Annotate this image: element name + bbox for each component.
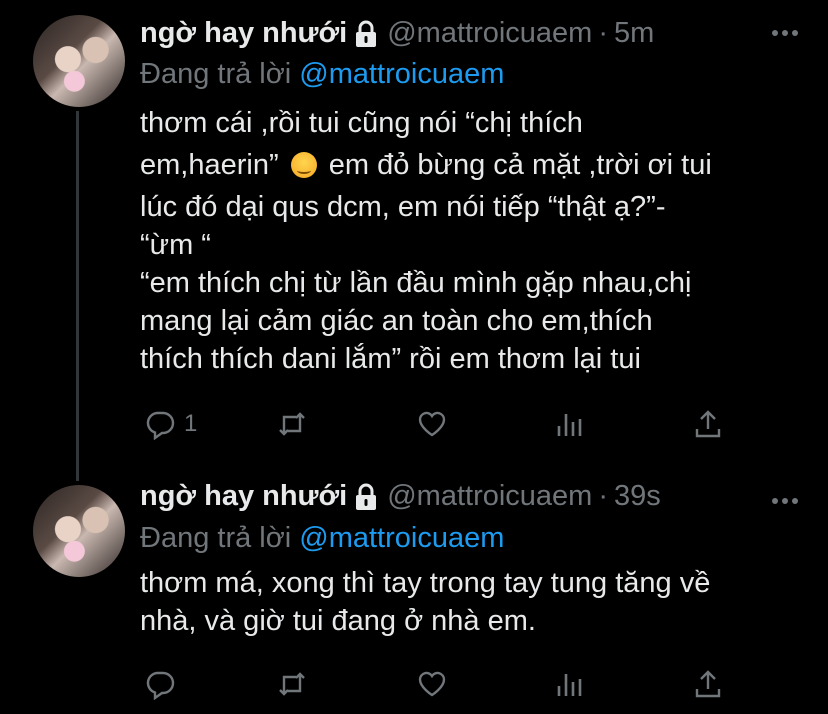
heart-icon — [418, 671, 446, 697]
tweet-line: em,haerin” em đỏ bừng cả mặt ,trời ơi tu… — [140, 146, 800, 184]
display-name[interactable]: ngờ hay nhưới — [140, 17, 347, 50]
tweet-line: nhà, và giờ tui đang ở nhà em. — [140, 605, 536, 637]
retweet-icon — [279, 412, 305, 436]
reply-count: 1 — [184, 410, 198, 437]
like-button[interactable] — [416, 404, 448, 444]
timestamp[interactable]: 39s — [614, 480, 661, 513]
replying-handle-link[interactable]: @mattroicuaem — [299, 58, 504, 90]
tweet-line: mang lại cảm giác an toàn cho em,thích — [140, 305, 653, 337]
tweet[interactable]: ngờ hay nhưới @mattroicuaem · 39s Đang t… — [0, 468, 828, 714]
display-name[interactable]: ngờ hay nhưới — [140, 480, 347, 513]
smirking-face-emoji — [290, 152, 317, 178]
avatar[interactable] — [33, 15, 125, 107]
lock-icon — [356, 20, 377, 47]
handle[interactable]: @mattroicuaem — [387, 480, 592, 513]
separator-dot: · — [598, 480, 609, 512]
lock-icon — [356, 483, 377, 510]
analytics-icon — [557, 414, 582, 436]
tweet-line: thơm cái ,rồi tui cũng nói “chị thích — [140, 107, 583, 139]
tweet-line: “em thích chị từ lần đầu mình gặp nhau,c… — [140, 267, 692, 299]
timestamp[interactable]: 5m — [614, 17, 654, 50]
share-icon — [695, 670, 721, 698]
analytics-icon — [557, 674, 582, 696]
thread-connector-line — [76, 111, 79, 481]
share-icon — [695, 410, 721, 438]
tweet-line: thích thích dani lắm” rồi em thơm lại tu… — [140, 343, 641, 375]
tweet-line: lúc đó dại qus dcm, em nói tiếp “thật ạ?… — [140, 191, 666, 223]
replying-label: Đang trả lời — [140, 522, 292, 554]
heart-icon — [418, 411, 446, 437]
tweet-actions: 1 — [140, 404, 730, 444]
reply-button[interactable] — [144, 664, 184, 704]
share-button[interactable] — [692, 664, 724, 704]
replying-label: Đang trả lời — [140, 58, 292, 90]
views-button[interactable] — [554, 664, 586, 704]
reply-icon — [146, 411, 175, 440]
tweet[interactable]: ngờ hay nhưới @mattroicuaem · 5m Đang tr… — [0, 0, 828, 481]
replying-to: Đang trả lời @mattroicuaem — [140, 522, 504, 555]
tweet-line-part: em,haerin” — [140, 149, 279, 181]
replying-to: Đang trả lời @mattroicuaem — [140, 58, 504, 91]
replying-handle-link[interactable]: @mattroicuaem — [299, 522, 504, 554]
retweet-button[interactable] — [276, 664, 308, 704]
reply-icon — [146, 671, 175, 700]
like-button[interactable] — [416, 664, 448, 704]
more-icon[interactable] — [772, 30, 798, 38]
tweet-line: “ừm “ — [140, 229, 211, 261]
tweet-actions — [140, 664, 730, 704]
tweet-text: thơm cái ,rồi tui cũng nói “chị thích em… — [140, 104, 800, 378]
tweet-line-part: em đỏ bừng cả mặt ,trời ơi tui — [328, 149, 712, 181]
retweet-icon — [279, 672, 305, 696]
tweet-header: ngờ hay nhưới @mattroicuaem · 39s — [140, 480, 661, 513]
more-icon[interactable] — [772, 498, 798, 506]
tweet-line: thơm má, xong thì tay trong tay tung tăn… — [140, 567, 711, 599]
retweet-button[interactable] — [276, 404, 308, 444]
separator-dot: · — [598, 17, 609, 49]
reply-button[interactable]: 1 — [144, 404, 197, 444]
handle[interactable]: @mattroicuaem — [387, 17, 592, 50]
views-button[interactable] — [554, 404, 586, 444]
tweet-text: thơm má, xong thì tay trong tay tung tăn… — [140, 564, 800, 640]
share-button[interactable] — [692, 404, 724, 444]
tweet-header: ngờ hay nhưới @mattroicuaem · 5m — [140, 17, 654, 50]
avatar[interactable] — [33, 485, 125, 577]
